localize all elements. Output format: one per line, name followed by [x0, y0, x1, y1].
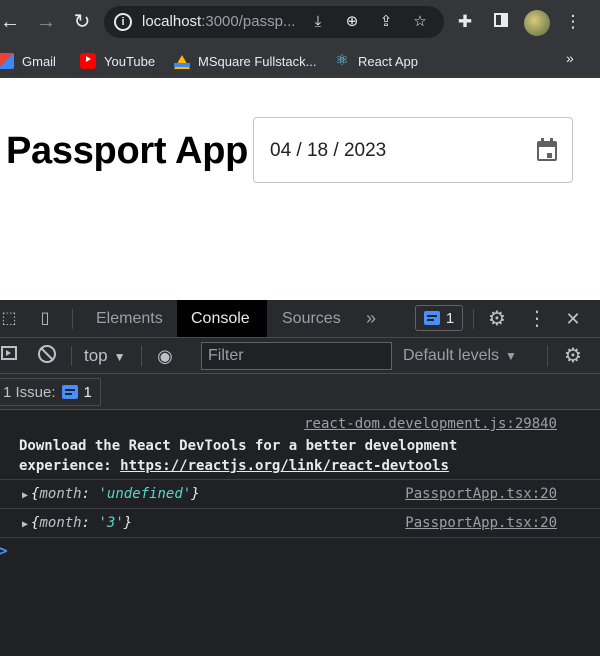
context-selector[interactable]: top ▼ — [84, 344, 126, 368]
source-link[interactable]: PassportApp.tsx:20 — [405, 515, 557, 531]
object-key: month — [39, 486, 82, 502]
install-app-icon[interactable]: ⤓ — [308, 12, 328, 32]
issues-label: 1 Issue: — [3, 383, 56, 401]
source-link[interactable]: react-dom.development.js:29840 — [304, 416, 557, 432]
bookmark-react-app[interactable]: ⚛ React App — [334, 50, 418, 72]
more-tabs-button[interactable]: » — [352, 300, 390, 337]
message-text: Download the React DevTools for a better… — [19, 436, 457, 476]
profile-avatar[interactable] — [524, 10, 550, 36]
divider — [72, 309, 73, 329]
tab-console[interactable]: Console — [177, 300, 267, 337]
clear-console-icon[interactable] — [36, 345, 58, 367]
divider — [71, 346, 72, 366]
gmail-icon — [0, 53, 14, 69]
browser-menu-icon[interactable]: ⋮ — [562, 11, 584, 33]
calendar-icon[interactable] — [536, 138, 558, 162]
url-host: localhost — [142, 13, 202, 30]
object-preview[interactable]: ▶ {month: 'undefined'} — [22, 486, 200, 502]
bookmark-gmail[interactable]: Gmail — [0, 50, 56, 72]
log-levels-dropdown[interactable]: Default levels ▼ — [403, 344, 517, 368]
divider — [547, 346, 548, 366]
object-key: month — [39, 515, 82, 531]
chevron-down-icon: ▼ — [113, 350, 126, 364]
object-value: '3' — [98, 515, 124, 531]
issues-count: 1 — [445, 309, 455, 327]
tab-sources[interactable]: Sources — [268, 300, 355, 337]
url-text[interactable]: localhost:3000/passp... — [142, 13, 295, 30]
console-settings-gear-icon[interactable]: ⚙ — [562, 345, 584, 367]
divider — [141, 346, 142, 366]
show-sidebar-icon[interactable] — [0, 345, 20, 367]
device-toolbar-icon[interactable]: ▯ — [34, 308, 56, 330]
google-drive-icon — [174, 53, 190, 69]
url-path: :3000/passp... — [201, 13, 296, 30]
issues-counter-button[interactable]: 1 — [415, 305, 463, 331]
web-page: Passport App 04 / 18 / 2023 — [0, 78, 600, 300]
extensions-puzzle-icon[interactable]: ✚ — [454, 11, 476, 33]
bookmark-label: MSquare Fullstack... — [198, 53, 317, 69]
bookmark-label: YouTube — [104, 53, 156, 69]
console-output: react-dom.development.js:29840 Download … — [0, 410, 600, 656]
forward-arrow-icon[interactable]: → — [34, 10, 58, 34]
bookmark-youtube[interactable]: YouTube — [80, 50, 155, 72]
inspect-element-icon[interactable]: ⬚ — [0, 308, 20, 330]
expand-triangle-icon[interactable]: ▶ — [22, 519, 28, 530]
address-bar[interactable]: i localhost:3000/passp... ⤓ ⊕ ⇪ ☆ — [104, 6, 444, 38]
message-icon — [423, 311, 440, 325]
live-expression-eye-icon[interactable]: ◉ — [154, 345, 176, 367]
share-icon[interactable]: ⇪ — [376, 12, 396, 32]
close-devtools-icon[interactable]: ✕ — [562, 308, 584, 330]
divider — [473, 309, 474, 329]
object-preview[interactable]: ▶ {month: '3'} — [22, 515, 132, 531]
date-input[interactable]: 04 / 18 / 2023 — [253, 117, 573, 183]
site-info-icon[interactable]: i — [114, 13, 132, 31]
youtube-icon — [80, 53, 96, 69]
filter-input[interactable] — [201, 342, 392, 370]
zoom-icon[interactable]: ⊕ — [342, 12, 362, 32]
devtools-tab-strip: ⬚ ▯ Elements Console Sources » 1 ⚙ ⋮ ✕ — [0, 300, 600, 338]
chevron-down-icon: ▼ — [505, 349, 517, 363]
console-message: ▶ {month: 'undefined'} PassportApp.tsx:20 — [0, 480, 600, 509]
object-value: 'undefined' — [98, 486, 192, 502]
levels-value: Default levels — [403, 347, 500, 364]
message-icon — [61, 385, 78, 399]
date-value[interactable]: 04 / 18 / 2023 — [270, 140, 386, 162]
page-title: Passport App — [6, 130, 249, 172]
issues-bar: 1 Issue: 1 — [0, 374, 600, 410]
expand-triangle-icon[interactable]: ▶ — [22, 490, 28, 501]
bookmark-label: React App — [358, 53, 418, 69]
bookmarks-overflow-button[interactable]: » — [566, 50, 574, 66]
console-message: ▶ {month: '3'} PassportApp.tsx:20 — [0, 509, 600, 538]
devtools-menu-icon[interactable]: ⋮ — [526, 308, 548, 330]
console-message: react-dom.development.js:29840 Download … — [0, 410, 600, 480]
browser-toolbar: ← → ↻ i localhost:3000/passp... ⤓ ⊕ ⇪ ☆ … — [0, 0, 600, 44]
issues-link[interactable]: 1 Issue: 1 — [0, 378, 101, 406]
console-prompt[interactable]: > — [0, 541, 8, 560]
bookmarks-bar: Gmail YouTube MSquare Fullstack... ⚛ Rea… — [0, 44, 600, 78]
context-value: top — [84, 346, 108, 365]
message-line-2: experience: https://reactjs.org/link/rea… — [19, 456, 457, 476]
source-link[interactable]: PassportApp.tsx:20 — [405, 486, 557, 502]
tab-elements[interactable]: Elements — [82, 300, 177, 337]
message-line-1: Download the React DevTools for a better… — [19, 438, 458, 454]
side-panel-icon[interactable] — [490, 11, 512, 33]
devtools-link[interactable]: https://reactjs.org/link/react-devtools — [120, 458, 449, 474]
reload-icon[interactable]: ↻ — [70, 10, 94, 34]
settings-gear-icon[interactable]: ⚙ — [486, 308, 508, 330]
console-toolbar: top ▼ ◉ Default levels ▼ ⚙ — [0, 338, 600, 374]
message-prefix: experience: — [19, 458, 121, 474]
back-arrow-icon[interactable]: ← — [0, 10, 22, 34]
bookmark-star-icon[interactable]: ☆ — [410, 12, 430, 32]
issues-chip-count: 1 — [83, 383, 92, 401]
react-icon: ⚛ — [335, 52, 349, 69]
bookmark-label: Gmail — [22, 53, 56, 69]
bookmark-msquare[interactable]: MSquare Fullstack... — [174, 50, 317, 72]
